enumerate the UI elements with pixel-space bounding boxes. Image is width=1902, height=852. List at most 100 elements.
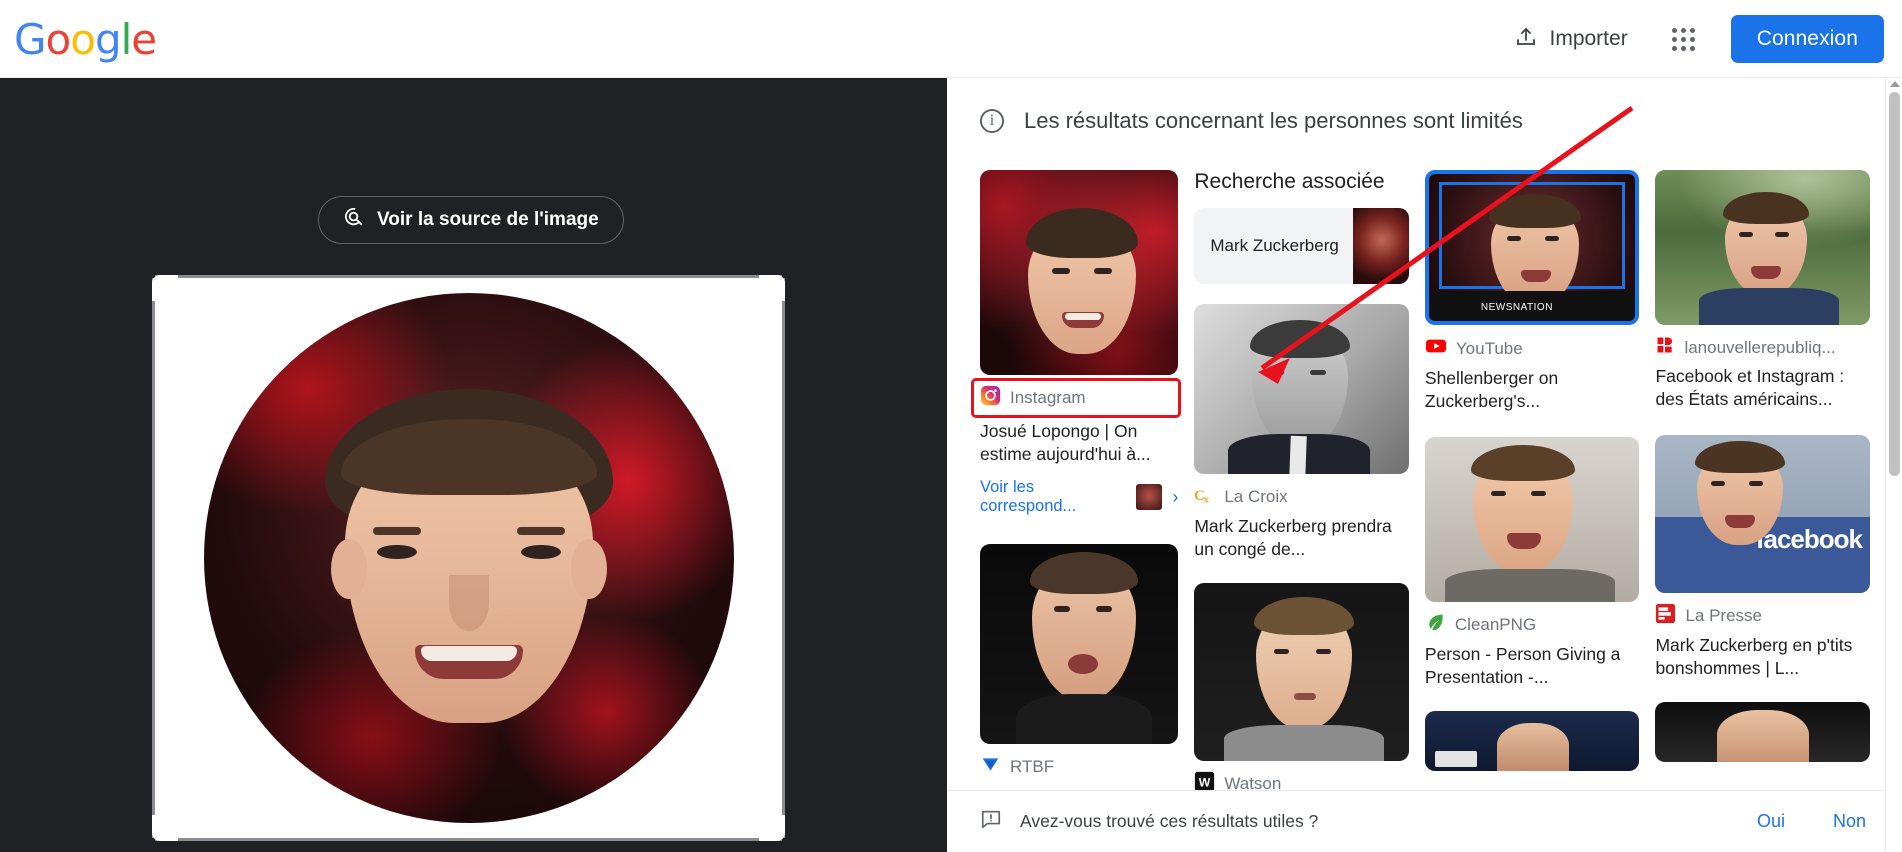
logo-letter-o1: o [45, 15, 72, 64]
result-card-lanouvellerepublique[interactable]: lanouvellerepubliq... Facebook et Instag… [1655, 170, 1870, 411]
result-thumbnail[interactable]: NEWSNATION [1424, 170, 1640, 325]
feedback-actions: Oui Non [1757, 811, 1866, 832]
import-label: Importer [1549, 27, 1628, 50]
crop-handle-top-left[interactable] [152, 275, 178, 301]
face-brow-right [516, 526, 565, 535]
result-thumbnail[interactable] [1194, 583, 1409, 762]
associated-search-chip[interactable]: Mark Zuckerberg [1194, 208, 1409, 284]
result-thumbnail[interactable] [1424, 711, 1640, 772]
result-source-name: RTBF [1010, 757, 1055, 777]
result-thumbnail[interactable] [1424, 437, 1640, 603]
view-image-source-label: Voir la source de l'image [377, 209, 599, 230]
associated-search-avatar [1352, 208, 1409, 284]
top-bar: G o o g l e Importer Connexion [0, 0, 1902, 78]
result-thumbnail[interactable] [980, 170, 1179, 375]
result-source-row: RTBF [980, 754, 1178, 780]
feedback-yes-button[interactable]: Oui [1757, 811, 1785, 832]
result-source-row: La Presse [1655, 603, 1870, 629]
apps-grid-icon[interactable] [1662, 18, 1705, 61]
cleanpng-icon [1425, 612, 1446, 638]
preview-face [319, 388, 619, 749]
results-column-1: Instagram Josué Lopongo | On estime aujo… [970, 170, 1182, 852]
la-presse-icon [1655, 603, 1676, 629]
result-card-youtube[interactable]: NEWSNATION YouTube Shellenberger on Zuck… [1424, 170, 1640, 413]
face-brow-left [372, 526, 421, 535]
logo-letter-g1: G [14, 15, 47, 64]
see-matches-link[interactable]: Voir les correspond... › [980, 478, 1178, 516]
feedback-question: Avez-vous trouvé ces résultats utiles ? [1020, 811, 1319, 831]
result-card-rtbf[interactable]: RTBF [980, 544, 1179, 780]
result-thumbnail[interactable] [980, 544, 1179, 745]
result-source-row: Instagram [980, 385, 1172, 411]
result-card-la-presse[interactable]: facebook La Presse Mark Zuckerberg en p'… [1655, 435, 1870, 680]
result-source-name: La Croix [1224, 487, 1288, 506]
google-lens-page: G o o g l e Importer Connexion Voir la s… [0, 0, 1902, 852]
face-eye-right [520, 544, 561, 559]
results-grid: Instagram Josué Lopongo | On estime aujo… [970, 170, 1870, 852]
result-source-row: CleanPNG [1425, 612, 1640, 638]
result-thumbnail[interactable]: facebook [1655, 435, 1870, 594]
crop-handle-bottom-left[interactable] [152, 815, 178, 841]
signin-button[interactable]: Connexion [1730, 15, 1884, 63]
face-eye-left [376, 544, 417, 559]
google-logo[interactable]: G o o g l e [14, 15, 157, 64]
import-button[interactable]: Importer [1506, 19, 1636, 60]
associated-search-chip-label: Mark Zuckerberg [1210, 235, 1339, 255]
feedback-no-button[interactable]: Non [1833, 811, 1866, 832]
la-croix-icon: C x [1194, 484, 1215, 510]
feedback-icon [980, 808, 1002, 835]
result-title: Shellenberger on Zuckerberg's... [1424, 368, 1559, 412]
result-thumbnail[interactable] [1194, 304, 1409, 474]
feedback-question-group: Avez-vous trouvé ces résultats utiles ? [980, 808, 1318, 835]
crop-edge-right[interactable] [782, 278, 785, 838]
result-card-instagram[interactable]: Instagram Josué Lopongo | On estime aujo… [970, 170, 1182, 516]
image-search-icon [343, 206, 365, 234]
result-title: Person - Person Giving a Presentation -.… [1424, 644, 1621, 688]
crop-handle-top-right[interactable] [759, 275, 785, 301]
upload-icon [1514, 25, 1538, 54]
logo-letter-o2: o [70, 15, 96, 64]
result-card-extra-2[interactable] [1655, 702, 1870, 763]
instagram-icon [980, 385, 1001, 411]
result-title: Mark Zuckerberg en p'tits bonshommes | L… [1655, 635, 1853, 679]
face-teeth [420, 645, 517, 661]
scrollbar-thumb[interactable] [1889, 92, 1900, 476]
page-scrollbar[interactable] [1885, 78, 1902, 852]
result-source-row: lanouvellerepubliq... [1655, 335, 1870, 360]
result-card-extra-1[interactable] [1424, 711, 1640, 772]
associated-search-heading: Recherche associée [1194, 170, 1385, 193]
logo-letter-g2: g [94, 15, 122, 64]
result-source-name: La Presse [1685, 606, 1762, 626]
crop-edge-left[interactable] [152, 278, 155, 838]
result-thumbnail[interactable] [1655, 702, 1870, 763]
result-card-watson[interactable]: W Watson [1194, 583, 1409, 797]
feedback-bar: Avez-vous trouvé ces résultats utiles ? … [947, 790, 1902, 852]
see-matches-thumbnail [1136, 484, 1163, 511]
scroll-up-arrow-icon[interactable] [1890, 81, 1900, 87]
youtube-icon [1425, 335, 1447, 362]
crop-edge-bottom[interactable] [155, 838, 782, 841]
result-source-name: Instagram [1010, 388, 1086, 407]
face-ear-right [570, 538, 607, 599]
result-source-row: C x La Croix [1194, 484, 1409, 510]
crop-edge-top[interactable] [155, 275, 782, 278]
instagram-source-highlight: Instagram [970, 378, 1182, 418]
see-matches-label: Voir les correspond... [980, 478, 1077, 516]
lanouvellerepublique-icon [1655, 335, 1675, 360]
results-panel: i Les résultats concernant les personnes… [947, 78, 1902, 852]
svg-text:x: x [1204, 494, 1210, 505]
result-source-name: YouTube [1455, 338, 1523, 358]
view-image-source-button[interactable]: Voir la source de l'image [318, 196, 624, 244]
associated-search-block: Recherche associée Mark Zuckerberg [1194, 170, 1409, 284]
result-thumbnail[interactable] [1655, 170, 1870, 325]
crop-handle-bottom-right[interactable] [759, 815, 785, 841]
image-crop-frame[interactable] [152, 275, 785, 841]
result-source-name: CleanPNG [1454, 615, 1537, 635]
result-card-la-croix[interactable]: C x La Croix Mark Zuckerberg prendra un … [1194, 304, 1409, 561]
result-title: Josué Lopongo | On estime aujourd'hui à.… [980, 421, 1151, 465]
result-card-cleanpng[interactable]: CleanPNG Person - Person Giving a Presen… [1424, 437, 1640, 689]
rtbf-icon [980, 754, 1001, 780]
results-column-2: Recherche associée Mark Zuckerberg C x L… [1194, 170, 1409, 852]
results-column-3: NEWSNATION YouTube Shellenberger on Zuck… [1424, 170, 1640, 852]
logo-letter-l: l [120, 15, 133, 64]
